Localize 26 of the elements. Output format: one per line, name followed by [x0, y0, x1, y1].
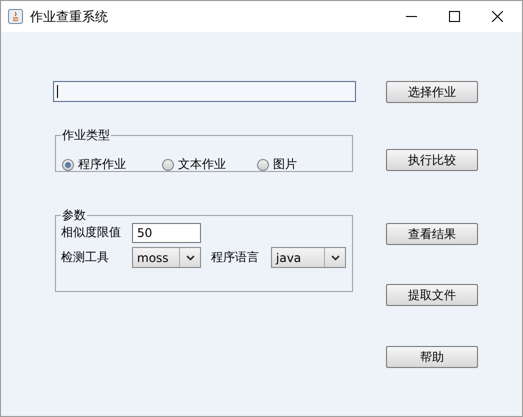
- radio-button[interactable]: [257, 158, 269, 170]
- close-icon[interactable]: [492, 11, 503, 22]
- dropdown[interactable]: java: [271, 247, 346, 268]
- action-button[interactable]: 提取文件: [386, 284, 478, 306]
- group-title: 参数: [61, 208, 87, 222]
- maximize-icon[interactable]: [449, 11, 460, 22]
- radio-button[interactable]: [162, 158, 174, 170]
- app-icon: [8, 9, 23, 24]
- radio-button[interactable]: [62, 158, 74, 170]
- radio-label: 图片: [273, 156, 297, 173]
- field-label: 相似度限值: [61, 224, 122, 241]
- input-field[interactable]: [53, 81, 356, 102]
- window-title: 作业查重系统: [30, 8, 108, 26]
- input-field[interactable]: 50: [132, 222, 201, 242]
- group-title: 作业类型: [61, 128, 111, 142]
- field-label: 检测工具: [61, 249, 110, 266]
- action-button[interactable]: 选择作业: [386, 81, 478, 103]
- field-label: 程序语言: [211, 249, 260, 266]
- action-button[interactable]: 帮助: [386, 346, 478, 368]
- chevron-down-icon: [186, 254, 194, 260]
- action-button[interactable]: 查看结果: [386, 223, 478, 245]
- radio-label: 文本作业: [178, 156, 226, 173]
- chevron-down-icon: [330, 254, 340, 260]
- radio-label: 程序作业: [78, 156, 126, 173]
- dropdown[interactable]: moss: [132, 247, 201, 268]
- action-button[interactable]: 执行比较: [386, 149, 478, 171]
